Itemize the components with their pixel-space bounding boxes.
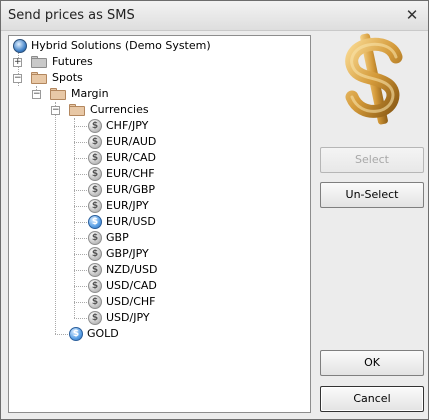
tree-node-symbol[interactable]: $ USD/CHF	[74, 294, 294, 310]
coin-blue-icon: $	[88, 215, 102, 229]
tree-node-label: GOLD	[87, 327, 119, 340]
tree-node-label: NZD/USD	[106, 263, 158, 276]
tree-connector	[74, 222, 87, 223]
folder-icon	[31, 56, 47, 68]
tree-node-label: CHF/JPY	[106, 119, 149, 132]
folder-open-icon	[69, 104, 85, 116]
cancel-button[interactable]: Cancel	[320, 386, 424, 412]
tree-node-label: EUR/GBP	[106, 183, 156, 196]
tree-node-label: USD/CHF	[106, 295, 156, 308]
tree-node-label: Hybrid Solutions (Demo System)	[31, 39, 211, 52]
tree-connector	[74, 206, 87, 207]
select-button[interactable]: Select	[320, 147, 424, 173]
tree-node-margin[interactable]: − Margin	[32, 86, 302, 102]
tree-connector	[74, 126, 87, 127]
close-icon[interactable]: ✕	[403, 6, 421, 24]
coin-grey-icon: $	[88, 247, 102, 261]
coin-blue-icon: $	[69, 327, 83, 341]
tree-connector	[55, 102, 56, 334]
tree-connector	[55, 334, 68, 335]
tree-node-label: GBP/JPY	[106, 247, 149, 260]
tree-node-symbol[interactable]: $ NZD/USD	[74, 262, 294, 278]
ok-button[interactable]: OK	[320, 350, 424, 376]
tree-connector	[74, 238, 87, 239]
tree-connector	[74, 270, 87, 271]
window-title: Send prices as SMS	[8, 8, 135, 23]
tree-node-symbol[interactable]: $ CHF/JPY	[74, 118, 294, 134]
tree-node-label: Spots	[52, 71, 83, 84]
tree-connector	[74, 302, 87, 303]
tree-node-label: USD/CAD	[106, 279, 157, 292]
coin-grey-icon: $	[88, 295, 102, 309]
collapse-icon[interactable]: −	[51, 106, 60, 115]
tree-node-label: Margin	[71, 87, 109, 100]
tree-node-label: Currencies	[90, 103, 149, 116]
coin-grey-icon: $	[88, 231, 102, 245]
tree-node-label: EUR/JPY	[106, 199, 149, 212]
tree-node-symbol[interactable]: $ USD/JPY	[74, 310, 294, 326]
tree-node-label: EUR/USD	[106, 215, 156, 228]
folder-open-icon	[50, 88, 66, 100]
tree-node-symbol[interactable]: $ EUR/GBP	[74, 182, 294, 198]
unselect-button[interactable]: Un-Select	[320, 182, 424, 208]
tree-node-futures[interactable]: + Futures	[13, 54, 303, 70]
tree-connector	[74, 254, 87, 255]
tree-node-symbol[interactable]: $ EUR/CHF	[74, 166, 294, 182]
tree-connector	[74, 142, 87, 143]
coin-grey-icon: $	[88, 183, 102, 197]
tree-node-symbol[interactable]: $ USD/CAD	[74, 278, 294, 294]
coin-grey-icon: $	[88, 279, 102, 293]
coin-grey-icon: $	[88, 119, 102, 133]
tree-node-symbol[interactable]: $ EUR/AUD	[74, 134, 294, 150]
tree-node-label: USD/JPY	[106, 311, 150, 324]
tree-node-spots[interactable]: − Spots	[13, 70, 303, 86]
tree-connector	[74, 318, 87, 319]
coin-grey-icon: $	[88, 167, 102, 181]
coin-grey-icon: $	[88, 135, 102, 149]
dollar-sign-icon	[345, 33, 403, 125]
tree-connector	[74, 190, 87, 191]
coin-grey-icon: $	[88, 263, 102, 277]
sms-dialog-window: Send prices as SMS ✕ Hybrid Solutions (D…	[0, 0, 429, 420]
folder-open-icon	[31, 72, 47, 84]
tree-node-label: EUR/CHF	[106, 167, 155, 180]
tree-node-label: Futures	[52, 55, 93, 68]
tree-node-gold[interactable]: $ GOLD	[55, 326, 295, 342]
tree-node-currencies[interactable]: − Currencies	[51, 102, 301, 118]
tree-node-symbol[interactable]: $ GBP	[74, 230, 294, 246]
tree-node-symbol[interactable]: $ EUR/JPY	[74, 198, 294, 214]
tree-node-label: GBP	[106, 231, 129, 244]
tree-node-root[interactable]: Hybrid Solutions (Demo System)	[13, 38, 303, 54]
coin-grey-icon: $	[88, 311, 102, 325]
tree-node-label: EUR/AUD	[106, 135, 157, 148]
tree-node-symbol[interactable]: $ EUR/USD	[74, 214, 294, 230]
tree-connector	[74, 158, 87, 159]
symbol-tree[interactable]: Hybrid Solutions (Demo System) + Futures…	[8, 35, 311, 413]
tree-node-symbol[interactable]: $ EUR/CAD	[74, 150, 294, 166]
collapse-icon[interactable]: −	[13, 74, 22, 83]
expand-icon[interactable]: +	[13, 58, 22, 67]
collapse-icon[interactable]: −	[32, 90, 41, 99]
tree-connector	[74, 174, 87, 175]
coin-grey-icon: $	[88, 199, 102, 213]
coin-grey-icon: $	[88, 151, 102, 165]
globe-icon	[13, 39, 27, 53]
title-bar: Send prices as SMS ✕	[1, 1, 428, 31]
tree-connector	[74, 286, 87, 287]
tree-node-symbol[interactable]: $ GBP/JPY	[74, 246, 294, 262]
tree-node-label: EUR/CAD	[106, 151, 157, 164]
